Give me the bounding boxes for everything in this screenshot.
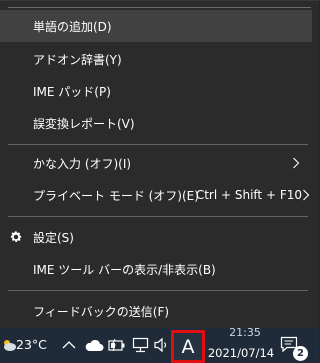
screen: 単語の追加(D) アドオン辞書(Y) IME パッド(P) 誤変換レポート(V)… xyxy=(0,0,319,363)
clock-date[interactable]: 2021/07/14 xyxy=(207,346,275,360)
menu-item-label: かな入力 (オフ)(I) xyxy=(33,156,132,171)
menu-item-private-mode[interactable]: プライベート モード (オフ)(E) Ctrl + Shift + F10 xyxy=(0,179,312,211)
menu-item-shortcut: Ctrl + Shift + F10 xyxy=(195,188,302,202)
gear-icon xyxy=(10,231,22,242)
cloud-icon[interactable] xyxy=(84,338,104,352)
notification-count-badge: 2 xyxy=(293,346,308,361)
menu-item-label: プライベート モード (オフ)(E) xyxy=(33,188,199,203)
battery-icon[interactable] xyxy=(108,338,126,352)
temperature-text[interactable]: 23°C xyxy=(16,337,47,352)
menu-item-kana-input[interactable]: かな入力 (オフ)(I) xyxy=(0,147,312,179)
menu-top-divider xyxy=(8,7,311,8)
ime-mode-indicator[interactable]: A xyxy=(171,330,205,363)
menu-item-label: IME ツール バーの表示/非表示(B) xyxy=(33,262,216,277)
menu-item-conversion-report[interactable]: 誤変換レポート(V) xyxy=(0,107,312,139)
menu-separator xyxy=(8,144,308,145)
menu-item-toggle-toolbar[interactable]: IME ツール バーの表示/非表示(B) xyxy=(0,253,312,285)
chevron-right-icon xyxy=(303,189,310,201)
network-icon[interactable] xyxy=(132,337,150,353)
weather-cloud-icon[interactable] xyxy=(1,337,17,353)
menu-item-label: 単語の追加(D) xyxy=(33,19,112,34)
clock-time[interactable]: 21:35 xyxy=(216,326,274,336)
menu-item-label: IME パッド(P) xyxy=(33,84,111,99)
menu-item-add-word[interactable]: 単語の追加(D) xyxy=(0,10,312,42)
menu-item-ime-pad[interactable]: IME パッド(P) xyxy=(0,75,312,107)
menu-item-label: 設定(S) xyxy=(33,230,74,245)
menu-item-label: フィードバックの送信(F) xyxy=(33,304,170,319)
menu-item-settings[interactable]: 設定(S) xyxy=(0,221,312,253)
menu-item-addon-dictionary[interactable]: アドオン辞書(Y) xyxy=(0,43,312,75)
ime-mode-label: A xyxy=(181,335,195,358)
menu-separator xyxy=(8,216,308,217)
menu-item-label: アドオン辞書(Y) xyxy=(33,52,122,67)
chevron-up-icon[interactable] xyxy=(62,340,76,350)
menu-item-label: 誤変換レポート(V) xyxy=(33,116,135,131)
menu-separator xyxy=(8,290,308,291)
chevron-right-icon xyxy=(293,157,300,169)
speaker-icon[interactable] xyxy=(153,337,170,353)
notification-center-button[interactable]: 2 xyxy=(280,336,308,361)
menu-item-send-feedback[interactable]: フィードバックの送信(F) xyxy=(0,295,312,327)
taskbar: 23°C A 21:35 2021/07/14 2 xyxy=(0,326,319,363)
ime-context-menu: 単語の追加(D) アドオン辞書(Y) IME パッド(P) 誤変換レポート(V)… xyxy=(0,0,319,329)
